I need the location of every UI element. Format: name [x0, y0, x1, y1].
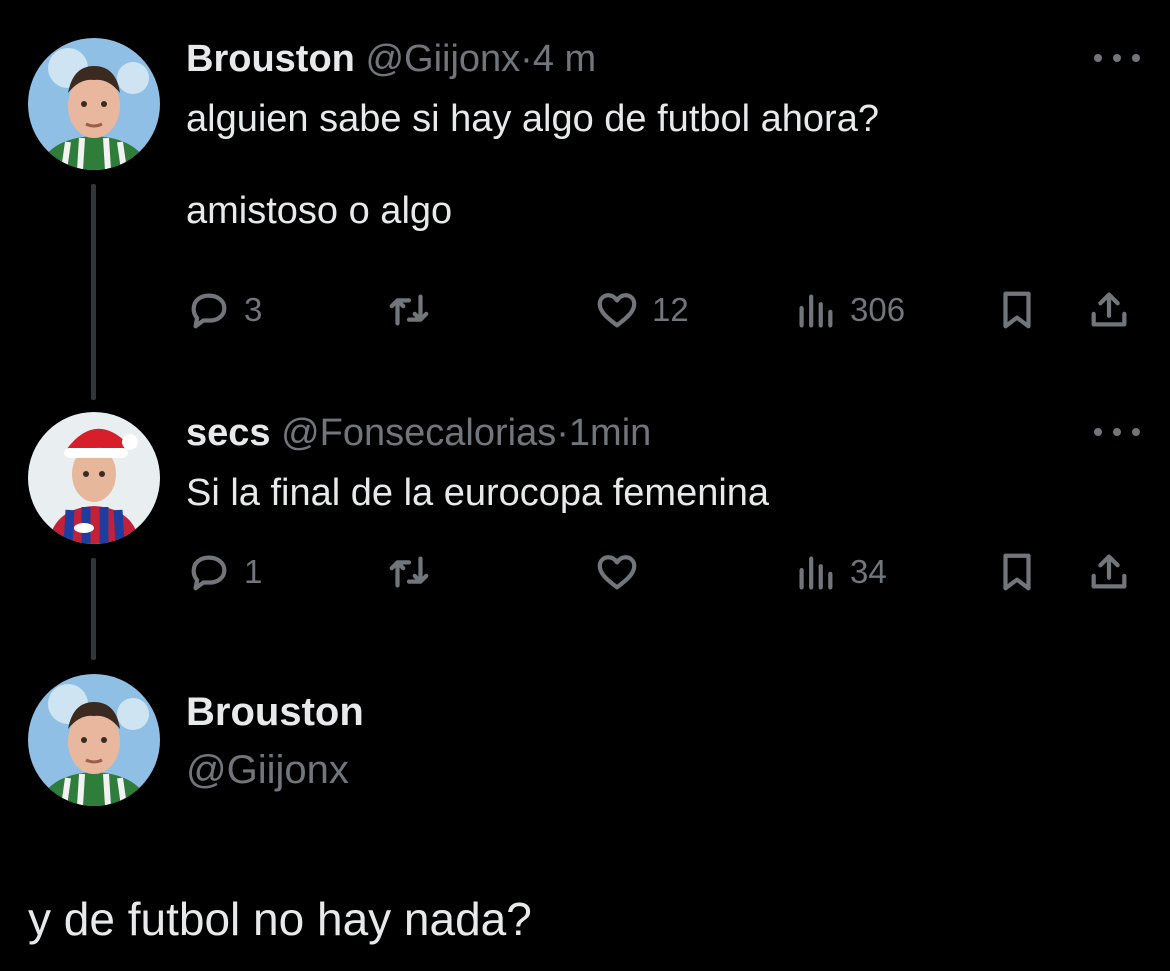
views-count: 306 [850, 291, 906, 328]
more-icon[interactable] [1094, 422, 1140, 442]
reply-button[interactable]: 3 [186, 280, 262, 340]
heart-icon [597, 293, 637, 328]
thread-line [91, 184, 96, 400]
display-name[interactable]: secs [186, 412, 271, 454]
reply-count: 1 [244, 553, 263, 590]
like-button[interactable]: 12 [594, 280, 689, 340]
reply-button[interactable]: 1 [186, 542, 262, 602]
more-icon[interactable] [1094, 48, 1140, 68]
tweet-text: Si la final de la eurocopa femenina [186, 472, 770, 514]
retweet-button[interactable] [386, 280, 432, 340]
quote-tweet[interactable]: Brouston @Giijonx y de futbol no hay nad… [0, 670, 1170, 971]
action-bar: 1 34 [186, 542, 1146, 602]
user-handle[interactable]: @Giijonx [186, 748, 349, 793]
tweet-1[interactable]: Brouston @Giijonx·4 m alguien sabe si ha… [0, 0, 1170, 400]
display-name[interactable]: Brouston [186, 38, 355, 80]
views-button[interactable]: 306 [792, 280, 905, 340]
display-name[interactable]: Brouston [186, 690, 364, 735]
avatar[interactable] [28, 412, 160, 544]
timestamp[interactable]: 4 m [533, 38, 596, 80]
avatar[interactable] [28, 674, 160, 806]
retweet-button[interactable] [386, 542, 432, 602]
retweet-icon [389, 556, 429, 588]
tweet-text: alguien sabe si hay algo de futbol ahora… [186, 98, 879, 232]
user-handle[interactable]: @Fonsecalorias [281, 412, 556, 454]
share-button[interactable] [1086, 280, 1132, 340]
reply-icon [191, 293, 227, 329]
tweet-header: Brouston @Giijonx·4 m [186, 36, 596, 82]
thread-line [91, 558, 96, 660]
bookmark-button[interactable] [994, 280, 1040, 340]
bookmark-button[interactable] [994, 542, 1040, 602]
bookmark-icon [1003, 291, 1031, 329]
heart-icon [597, 555, 637, 590]
timestamp[interactable]: 1min [569, 412, 651, 454]
share-icon [1091, 554, 1127, 589]
views-count: 34 [850, 553, 887, 590]
like-count: 12 [652, 291, 689, 328]
share-icon [1091, 292, 1127, 327]
tweet-header: secs @Fonsecalorias·1min [186, 410, 651, 456]
bookmark-icon [1003, 553, 1031, 591]
views-icon [799, 294, 833, 328]
avatar[interactable] [28, 38, 160, 170]
reply-count: 3 [244, 291, 263, 328]
separator-dot: · [556, 412, 569, 454]
reply-icon [191, 555, 227, 591]
tweet-text: y de futbol no hay nada? [28, 893, 532, 945]
separator-dot: · [520, 38, 533, 80]
action-bar: 3 12 306 [186, 280, 1146, 340]
retweet-icon [389, 294, 429, 326]
views-button[interactable]: 34 [792, 542, 887, 602]
user-handle[interactable]: @Giijonx [365, 38, 520, 80]
tweet-2[interactable]: secs @Fonsecalorias·1min Si la final de … [0, 400, 1170, 670]
share-button[interactable] [1086, 542, 1132, 602]
views-icon [799, 556, 833, 590]
like-button[interactable] [594, 542, 640, 602]
